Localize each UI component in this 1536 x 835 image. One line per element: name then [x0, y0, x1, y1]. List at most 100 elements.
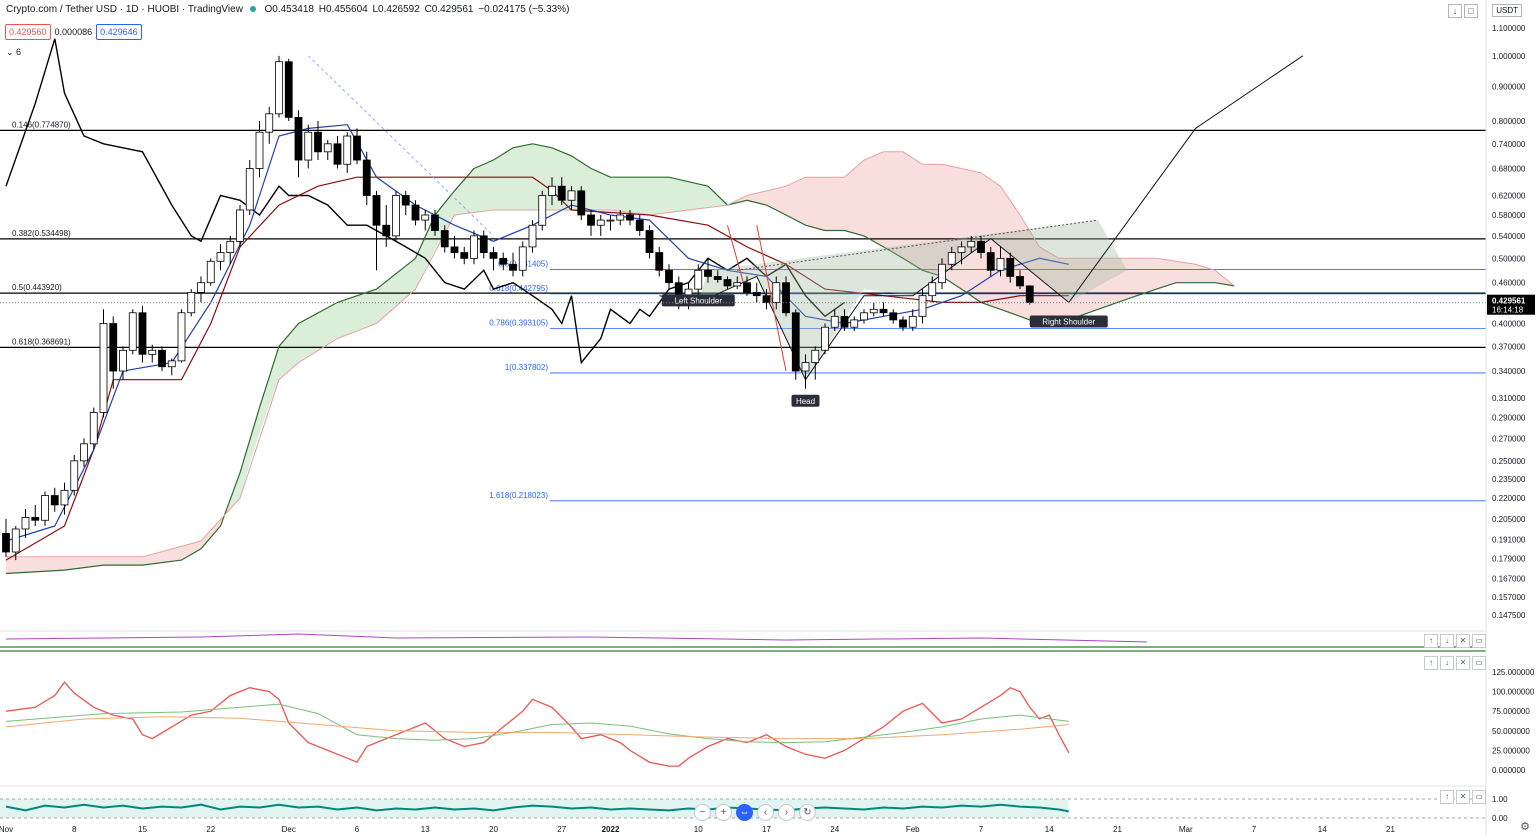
candle-body [850, 319, 859, 328]
candle-body [411, 204, 420, 221]
candle-body [304, 131, 313, 161]
indicators-toggle[interactable]: ⌄ 6 [6, 47, 21, 58]
candle-body [1016, 276, 1024, 287]
fib-label: 1.618(0.218023) [489, 491, 548, 500]
price-tick-label: 0.191000 [1492, 535, 1526, 544]
reset-icon[interactable]: ⇔ [736, 804, 753, 821]
market-status-icon [249, 6, 256, 12]
buy-button[interactable]: 0.429646 [96, 24, 142, 40]
candle-body [528, 224, 537, 248]
candle-body [333, 143, 342, 165]
time-tick-label: 21 [1386, 825, 1395, 834]
time-tick-label: 14 [1045, 825, 1054, 834]
candle-body [665, 269, 673, 284]
candle-body [460, 252, 469, 259]
pattern-label: Head [796, 397, 815, 406]
price-tick-label: 0.580000 [1492, 211, 1526, 220]
candles [2, 55, 1034, 561]
close-icon[interactable]: ✕ [1456, 634, 1470, 648]
gear-icon[interactable]: ⚙ [1520, 820, 1530, 833]
candle-body [938, 263, 946, 284]
candle-body [704, 269, 712, 277]
maximize-icon[interactable]: ▭ [1472, 790, 1486, 804]
candle-body [587, 214, 595, 226]
move-up-icon[interactable]: ↑ [1424, 656, 1438, 670]
currency-selector[interactable]: USDT [1492, 4, 1522, 17]
high-value: H0.455604 [318, 4, 368, 15]
scroll-left-icon[interactable]: ‹ [757, 804, 774, 821]
candle-body [440, 230, 449, 248]
zoom-out-icon[interactable]: − [694, 804, 711, 821]
time-tick-label: 21 [1113, 825, 1122, 834]
time-tick-label: 22 [206, 825, 215, 834]
candle-body [811, 349, 820, 363]
rsi-tick-label: 0.000000 [1492, 766, 1526, 775]
candle-body [723, 279, 732, 287]
volume-profile-line [5, 633, 1147, 643]
candle-body [1025, 285, 1034, 303]
scroll-right-icon[interactable]: › [778, 804, 795, 821]
symbol-title: Crypto.com / Tether USD · 1D · HUOBI · T… [6, 4, 243, 15]
rsi-tick-label: 25.000000 [1492, 746, 1530, 755]
maximize-icon[interactable]: □ [1464, 4, 1478, 18]
trading-chart[interactable]: 0.146(0.774870)0.382(0.534498)0.5(0.4814… [0, 0, 1536, 835]
move-down-icon[interactable]: ↓ [1440, 656, 1454, 670]
time-tick-label: 27 [557, 825, 566, 834]
candle-body [899, 319, 907, 328]
pane-1-controls: ↑ ↓ ✕ ▭ [1424, 634, 1486, 648]
candle-body [60, 489, 69, 506]
chart-navigation: − + ⇔ ‹ › ↻ [694, 804, 816, 821]
candle-body [879, 308, 888, 314]
sell-button[interactable]: 0.429560 [5, 24, 51, 40]
candle-body [606, 219, 615, 222]
candle-body [479, 235, 488, 253]
close-icon[interactable]: ✕ [1456, 790, 1470, 804]
candle-body [694, 269, 703, 290]
refresh-icon[interactable]: ↻ [799, 804, 816, 821]
candle-body [362, 159, 371, 196]
indicator-count: 6 [16, 47, 22, 57]
close-icon[interactable]: ✕ [1456, 656, 1470, 670]
candle-body [138, 312, 147, 355]
candle-body [840, 315, 849, 328]
zoom-in-icon[interactable]: + [715, 804, 732, 821]
candle-body [626, 214, 634, 221]
open-value: O0.453418 [264, 4, 315, 15]
price-tick-label: 0.800000 [1492, 117, 1526, 126]
chevron-down-icon: ⌄ [6, 47, 17, 57]
pattern-label: Left Shoulder [674, 296, 722, 305]
price-tick-label: 0.340000 [1492, 367, 1526, 376]
move-down-icon[interactable]: ↓ [1440, 634, 1454, 648]
price-tick-label: 0.167000 [1492, 575, 1526, 584]
price-tick-label: 0.500000 [1492, 254, 1526, 263]
fib-label: 0.382(0.534498) [12, 229, 71, 238]
price-axes: 1.100000 1.000000 0.900000 0.800000 0.740000… [0, 24, 1535, 620]
maximize-icon[interactable]: ▭ [1472, 656, 1486, 670]
time-tick-label: 24 [830, 825, 839, 834]
candle-body [265, 113, 274, 133]
move-up-icon[interactable]: ↑ [1424, 634, 1438, 648]
oscillator-tick-label: 1.00 [1492, 795, 1508, 804]
price-tick-label: 0.900000 [1492, 83, 1526, 92]
candle-body [109, 323, 118, 372]
price-tick-label: 0.270000 [1492, 434, 1526, 443]
candle-body [713, 276, 722, 280]
candle-body [119, 349, 127, 372]
candle-body [791, 312, 800, 372]
indicator-panes: 125.000000100.00000075.00000050.00000025… [0, 0, 1535, 835]
candle-body [31, 517, 40, 521]
maximize-icon[interactable]: ▭ [1472, 634, 1486, 648]
move-up-icon[interactable]: ↑ [1440, 790, 1454, 804]
candle-body [255, 131, 264, 169]
change-value: −0.024175 (−5.33%) [478, 4, 570, 15]
time-tick-label: 13 [421, 825, 430, 834]
candle-body [245, 168, 254, 211]
candle-body [567, 190, 576, 201]
price-tick-label: 0.620000 [1492, 192, 1526, 201]
fib-label: 0.146(0.774870) [12, 120, 71, 129]
arrow-down-icon[interactable]: ↓ [1448, 4, 1462, 18]
time-tick-label: Feb [906, 825, 920, 834]
candle-body [762, 295, 771, 303]
rsi-series-line [5, 681, 1070, 767]
time-tick-label: Dec [282, 825, 296, 834]
